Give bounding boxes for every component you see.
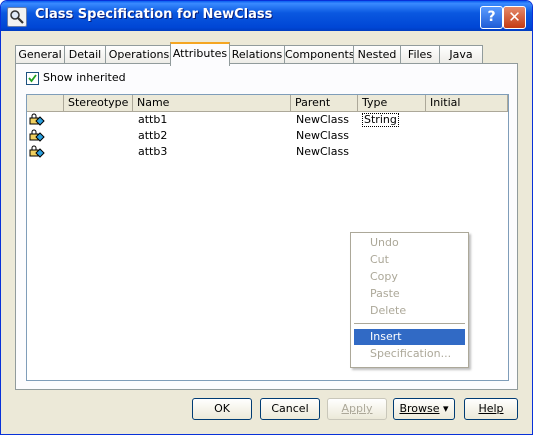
apply-label: Apply [341, 402, 373, 415]
show-inherited-label: Show inherited [43, 71, 126, 84]
apply-button[interactable]: Apply [327, 398, 387, 420]
tab-general[interactable]: General [15, 45, 65, 64]
title-bar[interactable]: Class Specification for NewClass ? ✕ [1, 1, 532, 31]
cell-name: attb3 [138, 145, 168, 158]
column-header-initial[interactable]: Initial [426, 95, 508, 111]
tab-files[interactable]: Files [400, 45, 440, 64]
menu-item-cut[interactable]: Cut [354, 252, 465, 268]
help-label: Help [478, 402, 504, 415]
tab-components[interactable]: Components [284, 45, 355, 64]
checkbox-box[interactable] [26, 72, 39, 85]
menu-item-insert[interactable]: Insert [354, 329, 465, 345]
cell-type[interactable]: String [362, 112, 399, 128]
cell-parent: NewClass [296, 145, 349, 158]
tab-java[interactable]: Java [439, 45, 483, 64]
table-row[interactable]: attb2 NewClass [27, 128, 508, 144]
cell-name: attb2 [138, 129, 168, 142]
attribute-icon [29, 113, 45, 126]
column-header-icon[interactable] [27, 95, 64, 111]
list-header: Stereotype Name Parent Type Initial [27, 95, 508, 112]
tab-operations[interactable]: Operations [105, 45, 173, 64]
class-specification-dialog: Class Specification for NewClass ? ✕ Gen… [0, 0, 533, 435]
tab-relations[interactable]: Relations [229, 45, 285, 64]
tab-detail[interactable]: Detail [64, 45, 106, 64]
table-row[interactable]: attb1 NewClass String [27, 112, 508, 128]
context-menu: Undo Cut Copy Paste Delete Insert Specif… [350, 232, 469, 368]
menu-item-copy[interactable]: Copy [354, 269, 465, 285]
column-header-name[interactable]: Name [133, 95, 291, 111]
type-value: String [362, 113, 399, 127]
column-header-type[interactable]: Type [358, 95, 426, 111]
browse-button[interactable]: Browse ▾ [393, 398, 455, 420]
table-row[interactable]: attb3 NewClass [27, 144, 508, 160]
browse-label: Browse [399, 402, 440, 415]
close-button[interactable]: ✕ [503, 6, 526, 29]
menu-item-delete[interactable]: Delete [354, 303, 465, 319]
dropdown-arrow-icon: ▾ [443, 402, 449, 415]
help-title-button[interactable]: ? [480, 6, 503, 29]
attribute-icon [29, 129, 45, 142]
tab-nested[interactable]: Nested [353, 45, 401, 64]
menu-item-undo[interactable]: Undo [354, 235, 465, 251]
cancel-button[interactable]: Cancel [260, 398, 320, 420]
attribute-icon [29, 145, 45, 158]
menu-item-specification[interactable]: Specification... [354, 346, 465, 362]
help-button[interactable]: Help [464, 398, 518, 420]
cell-parent: NewClass [296, 129, 349, 142]
cell-parent: NewClass [296, 113, 349, 126]
column-header-parent[interactable]: Parent [291, 95, 358, 111]
window-title: Class Specification for NewClass [35, 7, 273, 22]
checkmark-icon [28, 74, 37, 83]
menu-item-paste[interactable]: Paste [354, 286, 465, 302]
menu-separator [354, 323, 465, 324]
column-header-stereotype[interactable]: Stereotype [64, 95, 133, 111]
cell-name: attb1 [138, 113, 168, 126]
ok-button[interactable]: OK [192, 398, 252, 420]
magnifier-icon [7, 7, 27, 27]
tab-attributes[interactable]: Attributes [170, 42, 230, 66]
